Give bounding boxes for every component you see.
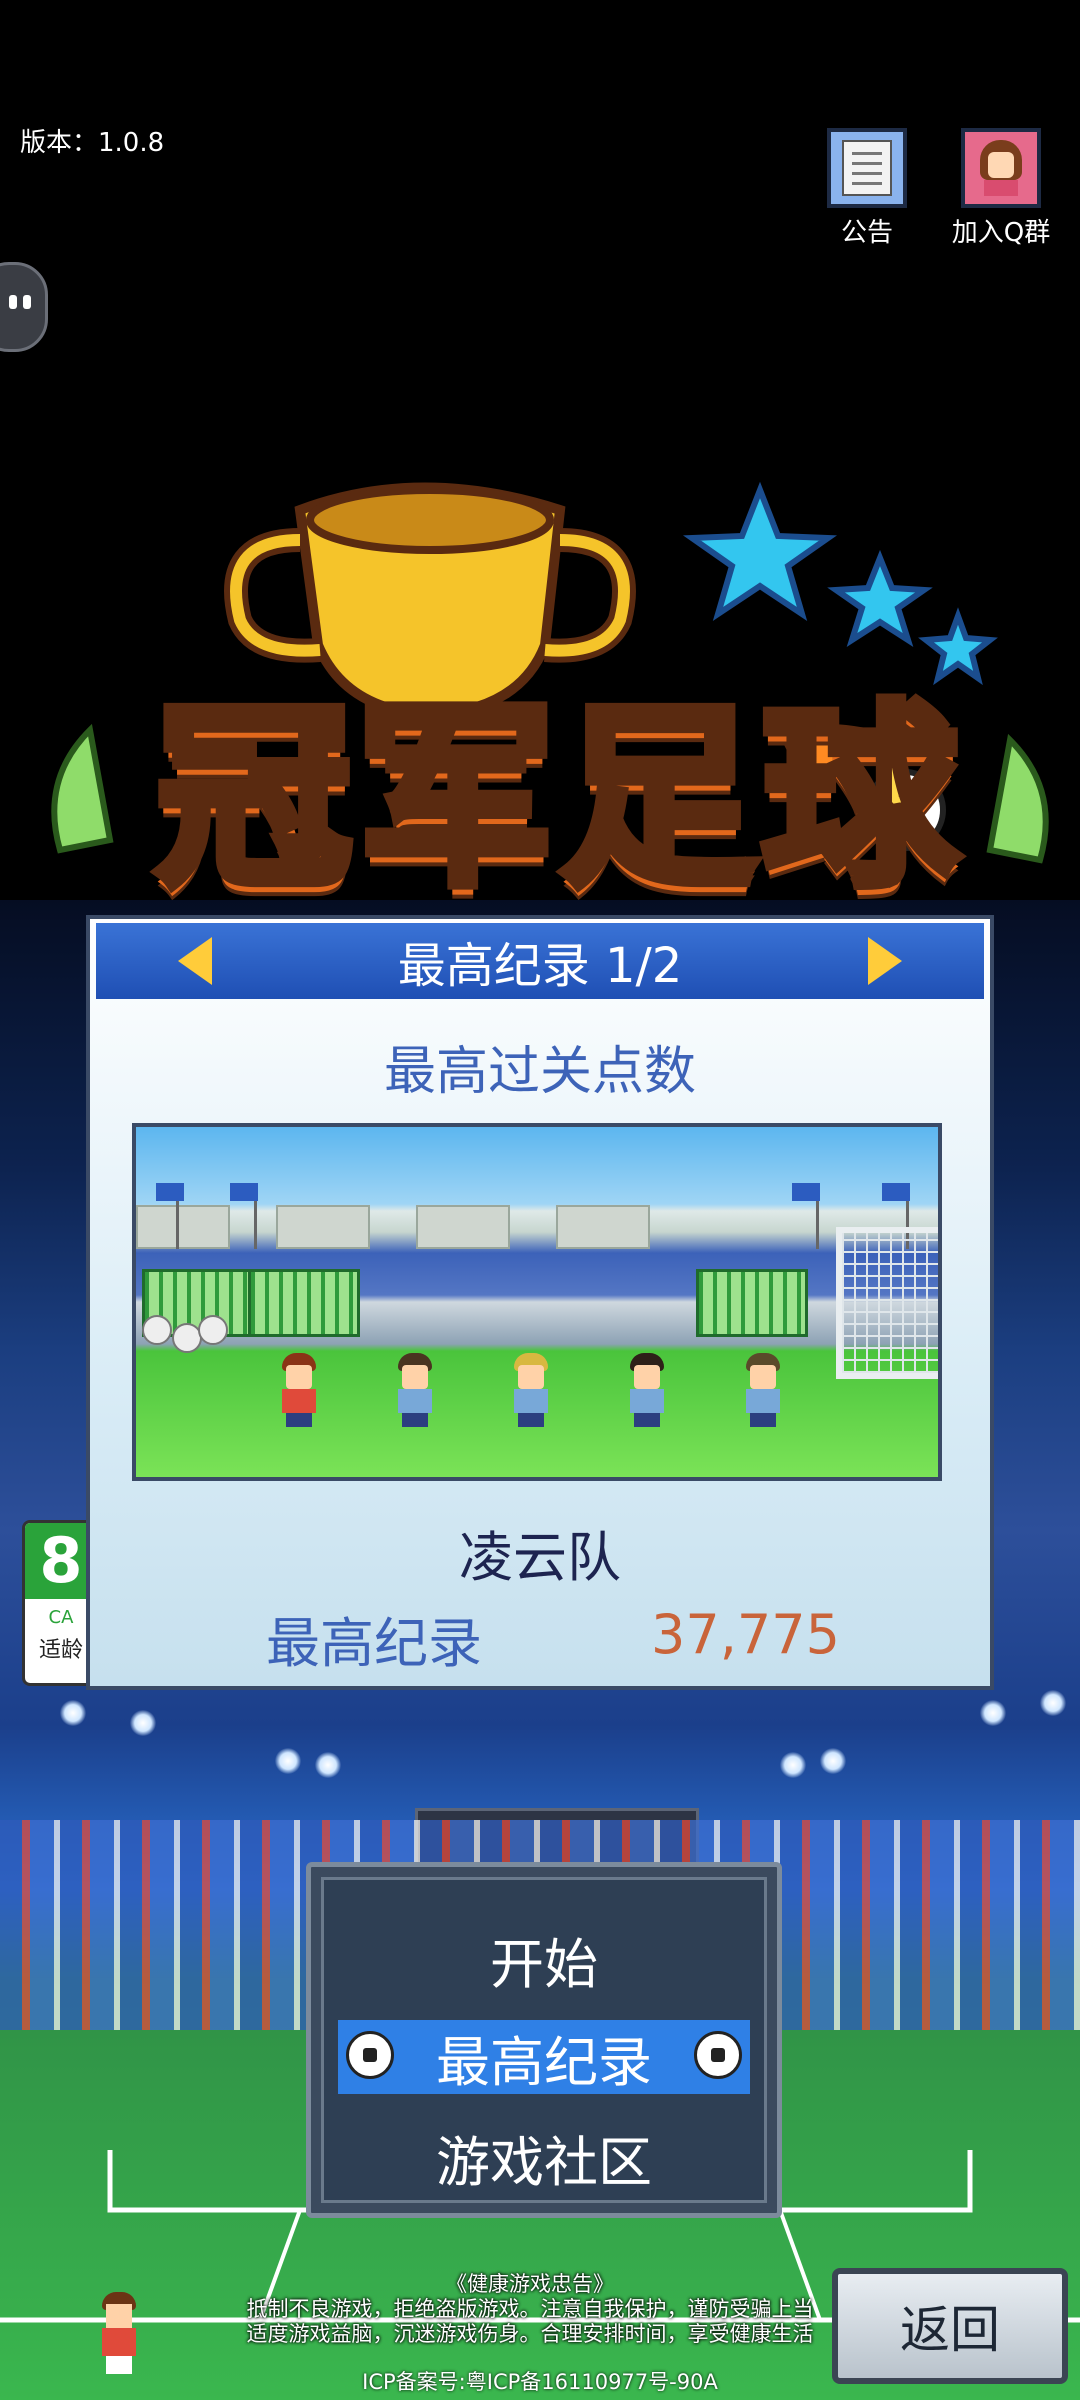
- stand: [276, 1205, 370, 1249]
- qq-girl-icon: [961, 128, 1041, 208]
- training-fence: [696, 1269, 808, 1337]
- flag: [792, 1183, 820, 1201]
- stand: [136, 1205, 230, 1249]
- training-fence: [248, 1269, 360, 1337]
- health-notice-line: 适度游戏益脑，沉迷游戏伤身。合理安排时间，享受健康生活: [246, 2322, 814, 2346]
- stadium-light: [980, 1700, 1006, 1726]
- flag: [882, 1183, 910, 1201]
- menu-high-score-button[interactable]: 最高纪录: [338, 2020, 750, 2094]
- flag: [156, 1183, 184, 1201]
- qq-group-button[interactable]: 加入Q群: [946, 128, 1056, 249]
- version-label: 版本：1.0.8: [20, 128, 165, 158]
- float-assistant-icon[interactable]: [0, 262, 48, 352]
- stadium-light: [780, 1752, 806, 1778]
- flag: [230, 1183, 258, 1201]
- game-logo: 冠军足球: [0, 470, 1080, 940]
- stadium-light: [60, 1700, 86, 1726]
- stadium-light: [820, 1748, 846, 1774]
- record-label: 最高纪录: [266, 1612, 482, 1675]
- boy-sprite: [96, 2292, 142, 2376]
- back-label: 返回: [900, 2301, 1000, 2359]
- stadium-light: [1040, 1690, 1066, 1716]
- menu-community-label: 游戏社区: [436, 2130, 652, 2194]
- notice-doc-icon: [827, 128, 907, 208]
- stadium-light: [275, 1748, 301, 1774]
- stand: [416, 1205, 510, 1249]
- soccer-ball-icon: [694, 2031, 742, 2079]
- stadium-light: [315, 1752, 341, 1778]
- menu-panel: 开始 最高纪录 游戏社区: [321, 1877, 767, 2203]
- qq-group-label: 加入Q群: [951, 218, 1051, 248]
- menu-high-score-label: 最高纪录: [436, 2030, 652, 2094]
- record-value: 37,775: [651, 1603, 840, 1666]
- menu-community-button[interactable]: 游戏社区: [338, 2120, 750, 2194]
- player-sprite: [276, 1353, 322, 1429]
- stand: [556, 1205, 650, 1249]
- team-scene-image: [132, 1123, 942, 1481]
- back-button[interactable]: 返回: [832, 2268, 1068, 2384]
- health-notice-line: 抵制不良游戏，拒绝盗版游戏。注意自我保护，谨防受骗上当: [246, 2297, 814, 2321]
- next-arrow-icon[interactable]: [868, 937, 902, 985]
- health-notice: 《健康游戏忠告》 抵制不良游戏，拒绝盗版游戏。注意自我保护，谨防受骗上当 适度游…: [210, 2272, 850, 2347]
- notice-label: 公告: [840, 218, 893, 248]
- health-notice-title: 《健康游戏忠告》: [446, 2272, 614, 2296]
- player-sprite: [508, 1353, 554, 1429]
- stadium-light: [130, 1710, 156, 1736]
- player-sprite: [740, 1353, 786, 1429]
- menu-start-button[interactable]: 开始: [338, 1922, 750, 1996]
- main-menu: 开始 最高纪录 游戏社区: [306, 1862, 782, 2218]
- ball: [198, 1315, 228, 1345]
- menu-start-label: 开始: [490, 1932, 598, 1996]
- player-sprite: [392, 1353, 438, 1429]
- team-name: 凌云队: [459, 1526, 621, 1589]
- dialog-title: 最高纪录 1/2: [397, 938, 683, 994]
- prev-arrow-icon[interactable]: [178, 937, 212, 985]
- record-category: 最高过关点数: [383, 1042, 696, 1102]
- player-sprite: [624, 1353, 670, 1429]
- ball: [142, 1315, 172, 1345]
- notice-button[interactable]: 公告: [812, 128, 922, 249]
- dialog-header: 最高纪录 1/2: [96, 923, 984, 999]
- high-score-dialog: 最高纪录 1/2 最高过关点数 凌云队 最高纪录 37,775: [86, 915, 994, 1690]
- logo-title: 冠军足球: [151, 680, 964, 918]
- goal-net: [836, 1227, 938, 1379]
- soccer-ball-icon: [346, 2031, 394, 2079]
